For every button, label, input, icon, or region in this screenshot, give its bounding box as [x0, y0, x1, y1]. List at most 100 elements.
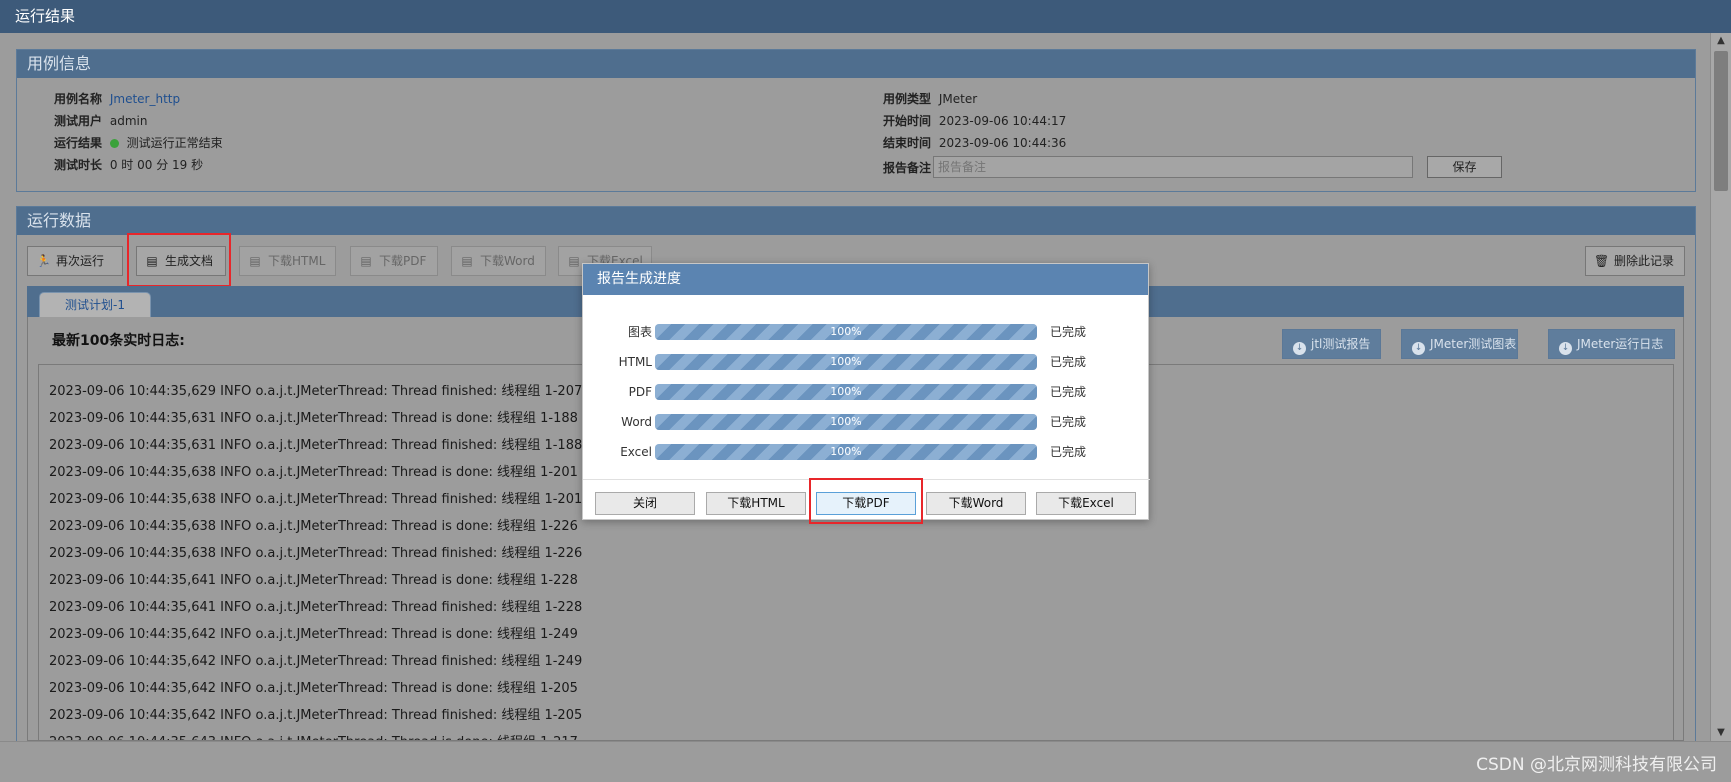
download-html-button[interactable]: 下载HTML: [706, 492, 806, 515]
scroll-thumb[interactable]: [1714, 51, 1728, 191]
trash-icon: 🗑: [1594, 254, 1610, 268]
download-pdf-toolbar-button[interactable]: ▤ 下载PDF: [350, 246, 438, 276]
rerun-label: 再次运行: [56, 254, 105, 268]
progress-label: Excel: [620, 445, 652, 459]
log-line: 2023-09-06 10:44:35,641 INFO o.a.j.t.JMe…: [49, 573, 578, 588]
progress-row-word: Word 100% 已完成: [583, 412, 1150, 432]
progress-percent: 100%: [830, 415, 862, 428]
log-line: 2023-09-06 10:44:35,629 INFO o.a.j.t.JMe…: [49, 384, 583, 399]
delete-record-label: 删除此记录: [1614, 254, 1675, 268]
case-info-heading: 用例信息: [17, 50, 1695, 78]
progress-row-excel: Excel 100% 已完成: [583, 442, 1150, 462]
log-line: 2023-09-06 10:44:35,641 INFO o.a.j.t.JMe…: [49, 600, 583, 615]
status-footer: [0, 741, 1731, 782]
running-man-icon: 🏃: [36, 254, 51, 268]
html-file-icon: ▤: [249, 254, 261, 268]
jtl-report-label: jtl测试报告: [1311, 337, 1371, 351]
test-user-value: admin: [109, 114, 148, 128]
delete-record-button[interactable]: 🗑 删除此记录: [1585, 246, 1685, 276]
watermark: CSDN @北京网测科技有限公司: [1476, 755, 1717, 775]
success-status-icon: [109, 139, 119, 148]
download-word-toolbar-button[interactable]: ▤ 下载Word: [451, 246, 546, 276]
download-circle-icon: ↓: [1412, 342, 1425, 355]
duration-row: 测试时长 0 时 00 分 19 秒: [54, 156, 203, 173]
log-line: 2023-09-06 10:44:35,638 INFO o.a.j.t.JMe…: [49, 465, 578, 480]
log-line: 2023-09-06 10:44:35,638 INFO o.a.j.t.JMe…: [49, 519, 578, 534]
log-line: 2023-09-06 10:44:35,643 INFO o.a.j.t.JMe…: [49, 731, 578, 740]
progress-label: HTML: [618, 355, 652, 369]
log-line: 2023-09-06 10:44:35,642 INFO o.a.j.t.JMe…: [49, 681, 578, 696]
scroll-down-arrow-icon[interactable]: ▼: [1711, 725, 1731, 741]
progress-status: 已完成: [1050, 385, 1087, 399]
download-word-label: 下载Word: [480, 254, 535, 268]
download-pdf-label: 下载PDF: [379, 254, 427, 268]
case-name-row: 用例名称 Jmeter_http: [54, 90, 180, 107]
progress-bar: 100%: [655, 384, 1037, 400]
case-type-row: 用例类型 JMeter: [883, 90, 977, 107]
pdf-file-icon: ▤: [360, 254, 372, 268]
log-line: 2023-09-06 10:44:35,642 INFO o.a.j.t.JMe…: [49, 627, 578, 642]
duration-label: 测试时长: [54, 158, 103, 172]
progress-bar: 100%: [655, 324, 1037, 340]
jtl-report-button[interactable]: ↓ jtl测试报告: [1282, 329, 1381, 359]
progress-status: 已完成: [1050, 355, 1087, 369]
progress-row-pdf: PDF 100% 已完成: [583, 382, 1150, 402]
progress-percent: 100%: [830, 355, 862, 368]
log-line: 2023-09-06 10:44:35,638 INFO o.a.j.t.JMe…: [49, 546, 583, 561]
download-word-button[interactable]: 下载Word: [926, 492, 1026, 515]
progress-bar: 100%: [655, 414, 1037, 430]
progress-label: Word: [621, 415, 652, 429]
log-line: 2023-09-06 10:44:35,638 INFO o.a.j.t.JMe…: [49, 492, 583, 507]
word-file-icon: ▤: [461, 254, 473, 268]
progress-label: 图表: [627, 325, 652, 339]
highlight-box-download-pdf: [809, 478, 923, 524]
report-note-label: 报告备注: [883, 161, 932, 175]
excel-file-icon: ▤: [568, 254, 580, 268]
log-line: 2023-09-06 10:44:35,642 INFO o.a.j.t.JMe…: [49, 654, 583, 669]
download-html-toolbar-button[interactable]: ▤ 下载HTML: [239, 246, 336, 276]
progress-status: 已完成: [1050, 325, 1087, 339]
start-time-value: 2023-09-06 10:44:17: [938, 114, 1067, 128]
save-button[interactable]: 保存: [1427, 156, 1502, 178]
jmeter-log-button[interactable]: ↓ JMeter运行日志: [1548, 329, 1675, 359]
run-result-label: 运行结果: [54, 136, 103, 150]
start-time-row: 开始时间 2023-09-06 10:44:17: [883, 112, 1066, 129]
progress-status: 已完成: [1050, 415, 1087, 429]
progress-row-html: HTML 100% 已完成: [583, 352, 1150, 372]
progress-percent: 100%: [830, 445, 862, 458]
progress-percent: 100%: [830, 385, 862, 398]
download-excel-button[interactable]: 下载Excel: [1036, 492, 1136, 515]
log-line: 2023-09-06 10:44:35,631 INFO o.a.j.t.JMe…: [49, 411, 578, 426]
case-name-link[interactable]: Jmeter_http: [110, 92, 180, 106]
case-type-label: 用例类型: [883, 92, 932, 106]
jmeter-log-label: JMeter运行日志: [1577, 337, 1664, 351]
end-time-label: 结束时间: [883, 136, 932, 150]
dialog-title: 报告生成进度: [583, 264, 1148, 295]
case-type-value: JMeter: [938, 92, 978, 106]
rerun-button[interactable]: 🏃 再次运行: [27, 246, 123, 276]
run-result-value: 测试运行正常结束: [126, 136, 223, 150]
close-button[interactable]: 关闭: [595, 492, 695, 515]
scroll-up-arrow-icon[interactable]: ▲: [1711, 33, 1731, 49]
progress-bar: 100%: [655, 444, 1037, 460]
download-circle-icon: ↓: [1559, 342, 1572, 355]
report-note-input[interactable]: [933, 156, 1413, 178]
download-html-label: 下载HTML: [268, 254, 326, 268]
end-time-value: 2023-09-06 10:44:36: [938, 136, 1067, 150]
report-note-row: 报告备注: [883, 159, 935, 176]
duration-value: 0 时 00 分 19 秒: [109, 158, 204, 172]
progress-row-chart: 图表 100% 已完成: [583, 322, 1150, 342]
case-name-label: 用例名称: [54, 92, 103, 106]
log-title: 最新100条实时日志:: [52, 333, 185, 349]
log-line: 2023-09-06 10:44:35,642 INFO o.a.j.t.JMe…: [49, 708, 583, 723]
end-time-row: 结束时间 2023-09-06 10:44:36: [883, 134, 1066, 151]
run-result-row: 运行结果 测试运行正常结束: [54, 134, 223, 151]
progress-label: PDF: [628, 385, 652, 399]
start-time-label: 开始时间: [883, 114, 932, 128]
jmeter-chart-button[interactable]: ↓ JMeter测试图表: [1401, 329, 1518, 359]
tab-test-plan-1[interactable]: 测试计划-1: [39, 292, 151, 318]
test-user-label: 测试用户: [54, 114, 103, 128]
window-title: 运行结果: [0, 0, 1731, 33]
log-line: 2023-09-06 10:44:35,631 INFO o.a.j.t.JMe…: [49, 438, 583, 453]
vertical-scrollbar[interactable]: ▲ ▼: [1710, 33, 1731, 741]
